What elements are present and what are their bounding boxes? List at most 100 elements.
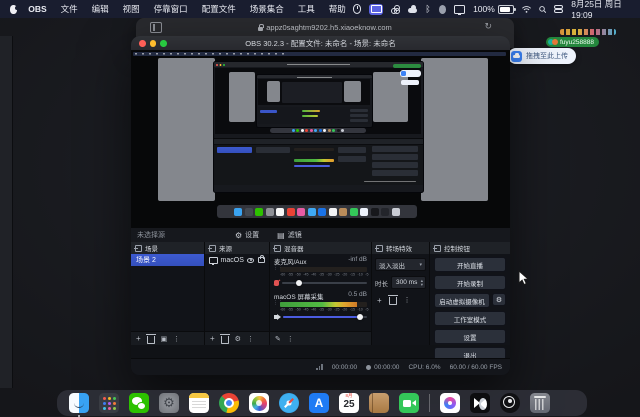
menu-item-edit[interactable]: 编辑	[85, 3, 116, 15]
start-recording-button[interactable]: 开始录制	[434, 275, 506, 290]
source-properties-button[interactable]: ⚙ 设置	[235, 230, 259, 240]
search-icon[interactable]	[539, 5, 546, 14]
cpu-usage: CPU: 6.0%	[408, 364, 440, 371]
mic-muted-icon[interactable]	[274, 280, 279, 286]
duration-spinbox[interactable]: 300 ms ▴▾	[391, 276, 426, 289]
transition-select[interactable]: 淡入淡出 ▾	[375, 258, 426, 271]
battery-icon	[498, 5, 514, 14]
captured-upload-button	[400, 70, 421, 77]
scene-filters-button[interactable]: ▣	[161, 335, 168, 343]
dock-obs-icon[interactable]	[500, 393, 520, 413]
captured-dock-level2	[270, 128, 366, 133]
bluetooth-icon[interactable]: ᛒ	[425, 5, 430, 14]
add-source-button[interactable]: +	[210, 334, 215, 343]
minimize-icon[interactable]	[150, 40, 157, 47]
dock-photos-icon[interactable]	[249, 393, 269, 413]
menu-item-scene-collection[interactable]: 场景集合	[243, 3, 291, 15]
mixer-body: 麦克风/Aux-inf dB ⋮⋮ -60-55-50-45-40-35-30-…	[270, 254, 371, 332]
close-icon[interactable]	[139, 40, 146, 47]
remove-transition-button[interactable]	[389, 297, 397, 305]
captured-obs-window-level2	[256, 74, 373, 128]
control-center-icon[interactable]	[554, 5, 563, 13]
cloud-status-icon[interactable]	[408, 8, 417, 13]
menu-item-tools[interactable]: 工具	[291, 3, 322, 15]
scenes-list[interactable]: 场景 2	[131, 254, 204, 332]
dock-trash-icon[interactable]	[530, 393, 550, 413]
visibility-eye-icon[interactable]	[247, 258, 254, 263]
marquee-text	[560, 29, 616, 35]
record-dot-icon	[366, 365, 371, 370]
mixer-ch2-volume-slider[interactable]	[283, 316, 367, 319]
source-properties-gear-button[interactable]: ⚙	[235, 335, 241, 343]
captured-panels	[214, 138, 423, 185]
mixer-pen-button[interactable]: ✎	[275, 335, 281, 343]
dock-chrome-icon[interactable]	[219, 393, 239, 413]
remove-source-button[interactable]	[221, 336, 229, 344]
background-window-edge	[0, 36, 13, 388]
battery-indicator[interactable]: 100%	[473, 4, 514, 14]
menu-item-file[interactable]: 文件	[54, 3, 85, 15]
sources-list[interactable]: macOS	[205, 254, 269, 332]
screen-recording-indicator-icon[interactable]	[369, 4, 383, 15]
display-capture-icon	[209, 257, 218, 264]
gear-icon: ⚙	[235, 231, 242, 240]
dock-contacts-icon[interactable]	[369, 393, 389, 413]
menu-item-docks[interactable]: 停靠窗口	[147, 3, 195, 15]
scene-more-button[interactable]: ⋮	[173, 335, 180, 343]
source-filters-button[interactable]: ▤ 滤镜	[277, 230, 302, 240]
dock-pink-app-icon[interactable]	[440, 393, 460, 413]
studio-mode-button[interactable]: 工作室模式	[434, 311, 506, 326]
scene-item-selected[interactable]: 场景 2	[131, 254, 204, 266]
mixer-ch2-scale: -60-55-50-45-40-35-30-25-20-15-10-50	[280, 308, 371, 312]
add-transition-button[interactable]: +	[377, 296, 382, 305]
dock-black-app-icon[interactable]	[470, 393, 490, 413]
fps-indicator: 60.00 / 60.00 FPS	[450, 364, 502, 371]
source-item-macos[interactable]: macOS	[205, 254, 269, 266]
mixer-ch1-volume-slider[interactable]	[282, 282, 367, 285]
transition-properties-button[interactable]: ⋮	[404, 296, 411, 304]
browser-url: appz0saghtm9202.h5.xiaoeknow.com	[266, 23, 392, 32]
preview-canvas[interactable]	[131, 51, 510, 228]
apple-menu-icon[interactable]	[10, 5, 17, 14]
mixer-ch2-header: macOS 屏幕采集0.5 dB	[270, 289, 371, 302]
dock-app-store-icon[interactable]: A	[309, 393, 329, 413]
mixer-more-button[interactable]: ⋮	[287, 335, 294, 343]
wifi-icon[interactable]	[522, 5, 531, 14]
upload-drop-button[interactable]: 拖拽至此上传	[508, 48, 576, 64]
menu-item-view[interactable]: 视图	[116, 3, 147, 15]
spinner-arrows-icon[interactable]: ▴▾	[421, 279, 423, 287]
stream-health-icon	[316, 364, 323, 370]
start-streaming-button[interactable]: 开始直播	[434, 257, 506, 272]
maximize-icon[interactable]	[160, 40, 167, 47]
source-more-button[interactable]: ⋮	[247, 335, 254, 343]
start-virtual-camera-button[interactable]: 启动虚拟摄像机	[434, 293, 490, 308]
dock-wechat-icon[interactable]	[129, 393, 149, 413]
traffic-lights[interactable]	[139, 40, 167, 47]
dock-safari-icon[interactable]	[279, 393, 299, 413]
settings-button[interactable]: 设置	[434, 329, 506, 344]
remove-scene-button[interactable]	[147, 336, 155, 344]
menu-item-help[interactable]: 帮助	[322, 3, 353, 15]
dock-notes-icon[interactable]	[189, 393, 209, 413]
dock-system-settings-icon[interactable]: ⚙	[159, 393, 179, 413]
dock-launchpad-icon[interactable]	[99, 393, 119, 413]
dock-calendar-icon[interactable]: 8月 25	[339, 393, 359, 413]
speaker-icon[interactable]	[274, 315, 278, 319]
chevron-down-icon: ▾	[419, 262, 422, 268]
refresh-icon[interactable]: ↻	[484, 21, 492, 32]
menu-datetime[interactable]: 8月25日 周日 19:09	[571, 0, 632, 20]
menu-item-profile[interactable]: 配置文件	[195, 3, 243, 15]
shapes-status-icon[interactable]	[391, 5, 400, 14]
obs-title-bar[interactable]: OBS 30.2.3 - 配置文件: 未命名 - 场景: 未命名	[131, 36, 510, 51]
app-status-icon[interactable]	[439, 5, 446, 14]
clock-status-icon[interactable]	[353, 4, 362, 14]
mixer-ch2-slider-row	[270, 313, 371, 319]
menu-app-name[interactable]: OBS	[21, 4, 53, 14]
display-status-icon[interactable]	[454, 5, 465, 14]
add-scene-button[interactable]: +	[136, 334, 141, 343]
dock-finder-icon[interactable]	[69, 393, 89, 413]
lock-source-icon[interactable]	[258, 257, 265, 263]
browser-url-bar[interactable]: appz0saghtm9202.h5.xiaoeknow.com	[136, 21, 514, 34]
virtual-camera-settings-button[interactable]: ⚙	[492, 293, 506, 306]
dock-facetime-icon[interactable]	[399, 393, 419, 413]
